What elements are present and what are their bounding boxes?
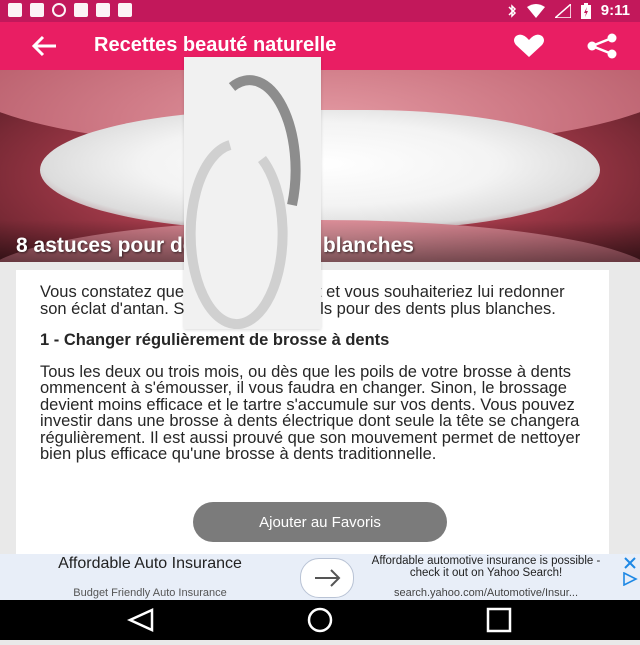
adchoices-icon[interactable]: [622, 572, 638, 586]
article-paragraph: Tous les deux ou trois mois, ou dès que …: [40, 362, 581, 463]
notification-icons: [8, 3, 132, 17]
nav-back-icon[interactable]: [126, 608, 154, 632]
loading-overlay: [184, 57, 321, 329]
lock-icon: [96, 3, 110, 17]
no-signal-icon: [554, 3, 571, 18]
nav-home-icon[interactable]: [307, 607, 333, 633]
close-icon[interactable]: [622, 555, 638, 571]
ad-url[interactable]: search.yahoo.com/Automotive/Insur...: [358, 587, 614, 599]
clock: 9:11: [600, 2, 630, 19]
game-icon: [74, 3, 88, 17]
heart-icon[interactable]: [512, 34, 546, 58]
android-icon: [118, 3, 132, 17]
ad-description: Affordable automotive insurance is possi…: [371, 555, 601, 579]
snackbar-label: Ajouter au Favoris: [259, 513, 381, 531]
ad-banner[interactable]: Affordable Auto Insurance Budget Friendl…: [0, 554, 640, 600]
wifi-icon: [526, 3, 545, 18]
nav-buttons: [126, 607, 512, 633]
favorites-snackbar[interactable]: Ajouter au Favoris: [193, 502, 447, 542]
nav-recents-icon[interactable]: [486, 607, 512, 633]
article-heading: 1 - Changer régulièrement de brosse à de…: [40, 331, 390, 349]
system-nav-bar: [0, 600, 640, 640]
battery-charging-icon: [580, 2, 591, 19]
ad-subtitle: Budget Friendly Auto Insurance: [73, 587, 227, 599]
loading-spinner-icon: [185, 75, 301, 329]
facebook-icon: [30, 3, 44, 17]
arrow-back-icon[interactable]: [30, 34, 58, 58]
page-title: Recettes beauté naturelle: [94, 34, 337, 56]
ad-arrow-button[interactable]: [300, 558, 354, 598]
facebook-icon: [8, 3, 22, 17]
bluetooth-icon: [508, 3, 516, 18]
share-icon[interactable]: [586, 33, 618, 59]
arrow-right-icon: [315, 569, 341, 587]
alarm-icon: [52, 3, 66, 17]
ad-title[interactable]: Affordable Auto Insurance: [30, 556, 270, 572]
system-icons: 9:11: [507, 2, 630, 19]
status-bar: 9:11: [0, 0, 640, 22]
